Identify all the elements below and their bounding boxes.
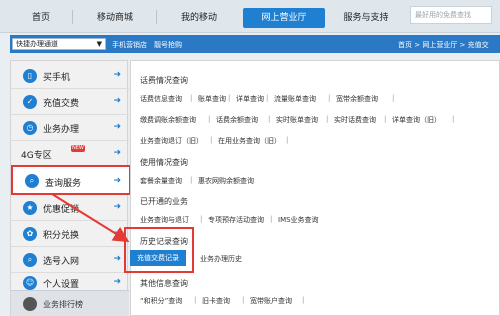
breadcrumb: 首页 > 网上营业厅 > 充值交 — [398, 41, 489, 49]
promo-icon: ★ — [23, 201, 37, 215]
sidebar-item-promotions[interactable]: ★ 优惠促销 ➜ — [11, 195, 129, 221]
arrow-right-icon: ➜ — [113, 176, 121, 186]
arrow-right-icon: ➜ — [113, 122, 121, 132]
arrow-right-icon: ➜ — [113, 202, 121, 212]
divider: | — [210, 136, 213, 144]
query-link[interactable]: “和积分”查询 — [140, 296, 182, 306]
sidebar-item-recharge[interactable]: ✓ 充值交费 ➜ — [11, 89, 129, 115]
search-input[interactable]: 最好用的免费查找 — [410, 6, 492, 24]
divider: | — [268, 115, 271, 123]
sidebar-item-query[interactable]: ⌕ 查询服务 ➜ — [11, 165, 131, 195]
query-link[interactable]: 业务查询与退订 — [140, 215, 189, 225]
arrow-right-icon: ➜ — [113, 277, 121, 287]
phone-store-link[interactable]: 手机营销店 — [112, 40, 147, 50]
chevron-down-icon: ▼ — [96, 40, 102, 48]
top-navigation: 首页 移动商城 我的移动 网上营业厅 服务与支持 最好用的免费查找 — [0, 0, 500, 33]
query-link[interactable]: 详单查询（旧） — [392, 115, 441, 125]
query-link[interactable]: 宽带余额查询 — [336, 94, 378, 104]
sidebar-item-label: 4G专区 — [21, 151, 52, 161]
query-link[interactable]: 业务办理历史 — [200, 254, 242, 264]
divider: | — [190, 94, 193, 102]
query-link[interactable]: 旧卡查询 — [202, 296, 230, 306]
number-purchase-link[interactable]: 靓号抢购 — [154, 40, 182, 50]
query-link[interactable]: 业务查询退订（旧） — [140, 136, 203, 146]
divider: | — [270, 215, 273, 223]
divider: | — [302, 296, 305, 304]
divider: | — [384, 115, 387, 123]
sidebar-item-select-number[interactable]: ⌕ 选号入网 ➜ — [11, 247, 129, 273]
sidebar-item-buy-phone[interactable]: ▯ 买手机 ➜ — [11, 63, 129, 89]
arrow-right-icon: ➜ — [113, 148, 121, 158]
number-icon: ⌕ — [23, 253, 37, 267]
service-icon: ◷ — [23, 121, 37, 135]
divider: | — [452, 115, 455, 123]
query-link[interactable]: 宽带账户查询 — [250, 296, 292, 306]
query-link[interactable]: 话费信息查询 — [140, 94, 182, 104]
ranking-header: 业务排行榜 — [11, 290, 129, 316]
arrow-right-icon: ➜ — [113, 254, 121, 264]
query-link[interactable]: IMS业务查询 — [278, 215, 319, 225]
new-badge: NEW — [71, 145, 85, 152]
sidebar-item-label: 选号入网 — [43, 257, 80, 267]
ranking-icon — [23, 297, 37, 311]
query-icon: ⌕ — [25, 174, 39, 188]
divider: | — [266, 94, 269, 102]
channel-select-value: 快捷办理通道 — [16, 40, 58, 48]
tab-online-hall[interactable]: 网上营业厅 — [243, 8, 325, 28]
tab-mall[interactable]: 移动商城 — [76, 8, 154, 28]
section-title: 其他信息查询 — [140, 279, 188, 288]
arrow-right-icon: ➜ — [113, 70, 121, 80]
query-link[interactable]: 惠农网购余额查询 — [198, 176, 254, 186]
points-icon: ✿ — [23, 227, 37, 241]
divider: | — [328, 94, 331, 102]
query-link[interactable]: 在用业务查询（旧） — [218, 136, 281, 146]
recharge-icon: ✓ — [23, 95, 37, 109]
divider: | — [200, 215, 203, 223]
divider: | — [242, 296, 245, 304]
sidebar-item-label: 个人设置 — [43, 280, 80, 290]
divider: | — [194, 296, 197, 304]
divider: | — [286, 136, 289, 144]
user-icon: ☺ — [23, 276, 37, 290]
query-link[interactable]: 流量账单查询 — [274, 94, 316, 104]
sidebar: ▯ 买手机 ➜ ✓ 充值交费 ➜ ◷ 业务办理 ➜ 4G专区 NEW ➜ ⌕ 查… — [10, 60, 131, 316]
arrow-right-icon: ➜ — [113, 228, 121, 238]
divider: | — [326, 115, 329, 123]
divider: | — [228, 94, 231, 102]
divider: | — [208, 115, 211, 123]
query-link[interactable]: 账单查询 — [198, 94, 226, 104]
section-title: 使用情况查询 — [140, 158, 188, 167]
ranking-title: 业务排行榜 — [43, 300, 83, 309]
arrow-right-icon: ➜ — [113, 96, 121, 106]
sidebar-item-label: 买手机 — [43, 73, 71, 83]
query-link[interactable]: 话费余额查询 — [216, 115, 258, 125]
query-link[interactable]: 专项预存活动查询 — [208, 215, 264, 225]
query-link[interactable]: 缴费调账余额查询 — [140, 115, 196, 125]
section-title: 话费情况查询 — [140, 76, 188, 85]
sidebar-item-business[interactable]: ◷ 业务办理 ➜ — [11, 115, 129, 141]
nav-divider — [156, 10, 157, 24]
nav-divider — [72, 10, 73, 24]
channel-select[interactable]: 快捷办理通道 ▼ — [12, 38, 106, 50]
tab-home[interactable]: 首页 — [10, 8, 72, 28]
sidebar-item-label: 查询服务 — [45, 179, 82, 189]
tab-my-mobile[interactable]: 我的移动 — [160, 8, 238, 28]
phone-icon: ▯ — [23, 69, 37, 83]
query-link[interactable]: 实时账单查询 — [276, 115, 318, 125]
sidebar-item-label: 业务办理 — [43, 125, 80, 135]
query-link[interactable]: 套餐余量查询 — [140, 176, 182, 186]
section-title: 已开通的业务 — [140, 197, 188, 206]
sidebar-item-label: 充值交费 — [43, 99, 80, 109]
divider: | — [190, 176, 193, 184]
query-link[interactable]: 实时话费查询 — [334, 115, 376, 125]
sidebar-item-4g[interactable]: 4G专区 NEW ➜ — [11, 141, 129, 167]
tab-support[interactable]: 服务与支持 — [330, 8, 402, 28]
sidebar-item-label: 积分兑换 — [43, 231, 80, 241]
sidebar-item-points[interactable]: ✿ 积分兑换 ➜ — [11, 221, 129, 247]
query-link[interactable]: 详单查询 — [236, 94, 264, 104]
section-title: 历史记录查询 — [140, 237, 188, 246]
divider: | — [392, 94, 395, 102]
sidebar-item-label: 优惠促销 — [43, 205, 80, 215]
recharge-history-button[interactable]: 充值交费记录 — [130, 250, 186, 266]
